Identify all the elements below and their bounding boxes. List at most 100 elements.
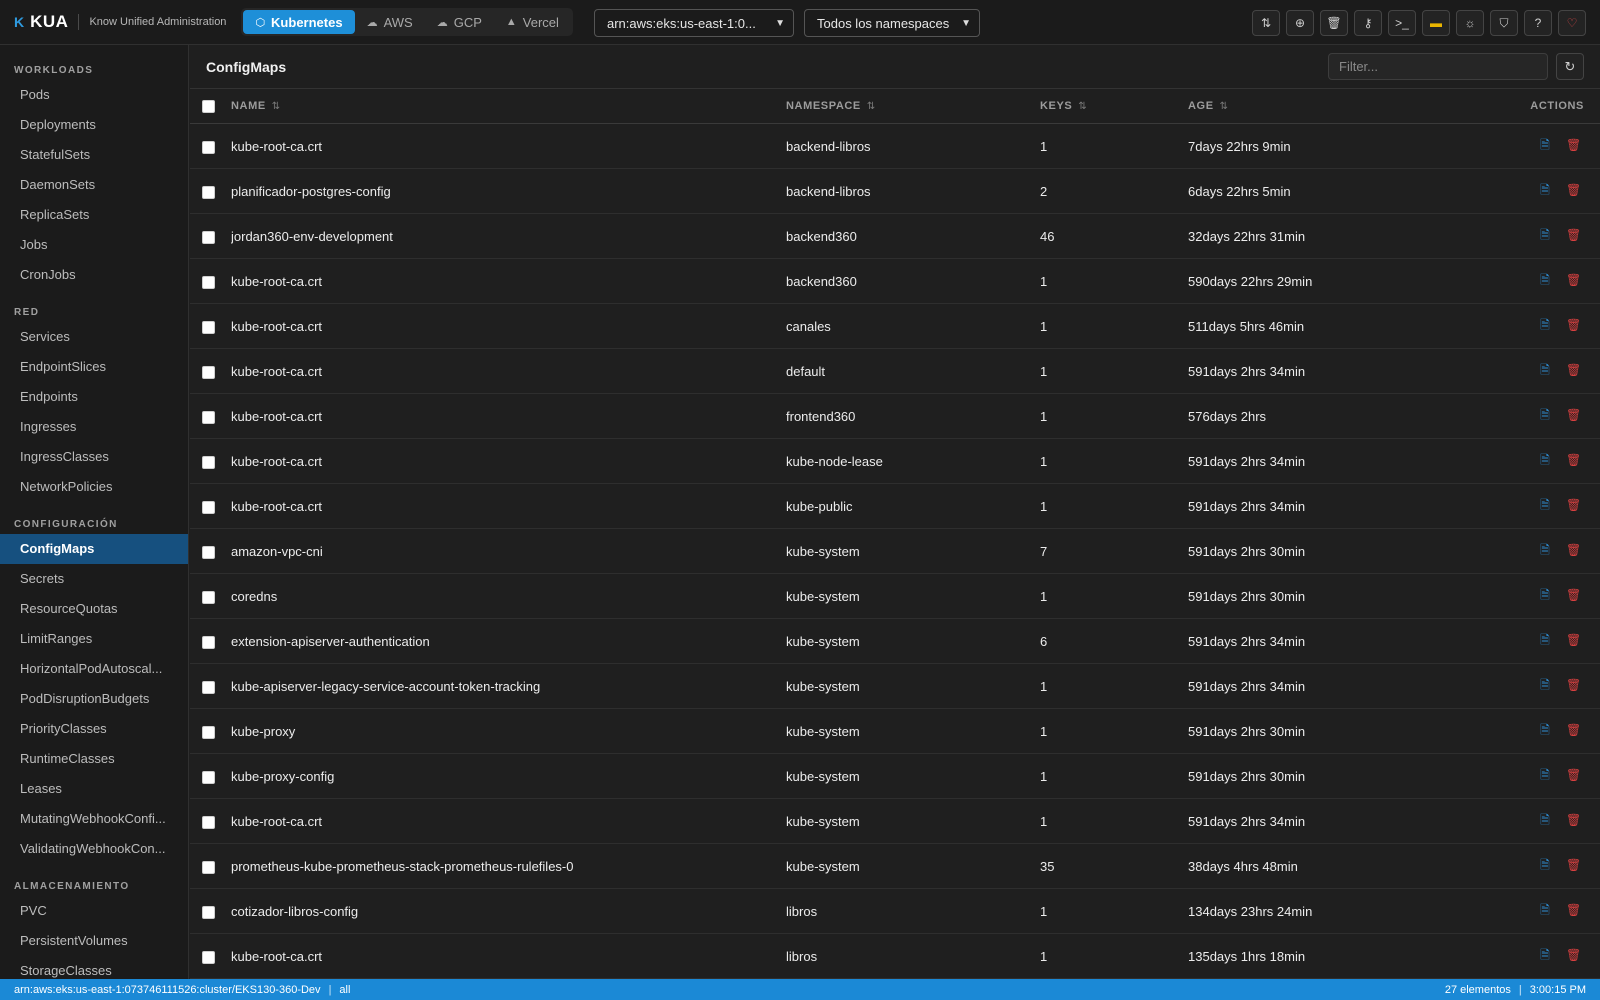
table-row[interactable]: kube-root-ca.crt libros 1 135days 1hrs 18mi… (190, 934, 1600, 979)
view-file-icon[interactable]: 🗎 (1538, 676, 1552, 697)
delete-icon[interactable]: 🗑 (1566, 453, 1581, 467)
column-header-name[interactable]: NAME ⇅ (231, 89, 786, 124)
sidebar-item-priorityclasses[interactable]: PriorityClasses (0, 714, 188, 744)
sidebar-item-pvc[interactable]: PVC (0, 896, 188, 926)
sidebar-item-mutatingwebhookconfi[interactable]: MutatingWebhookConfi... (0, 804, 188, 834)
sidebar-item-horizontalpodautoscal[interactable]: HorizontalPodAutoscal... (0, 654, 188, 684)
table-row[interactable]: kube-root-ca.crt kube-node-lease 1 591days … (190, 439, 1600, 484)
delete-icon[interactable]: 🗑 (1566, 858, 1581, 872)
row-checkbox[interactable] (202, 770, 215, 784)
delete-icon[interactable]: 🗑 (1566, 318, 1581, 332)
view-file-icon[interactable]: 🗎 (1538, 901, 1552, 922)
sidebar-item-validatingwebhookcon[interactable]: ValidatingWebhookCon... (0, 834, 188, 864)
sidebar-item-runtimeclasses[interactable]: RuntimeClasses (0, 744, 188, 774)
view-file-icon[interactable]: 🗎 (1538, 181, 1552, 202)
sidebar-item-replicasets[interactable]: ReplicaSets (0, 200, 188, 230)
delete-icon[interactable]: 🗑 (1566, 633, 1581, 647)
row-checkbox[interactable] (202, 410, 215, 424)
delete-icon[interactable]: 🗑 (1566, 228, 1581, 242)
view-file-icon[interactable]: 🗎 (1538, 586, 1552, 607)
provider-tab-aws[interactable]: ☁ AWS (355, 10, 425, 34)
delete-icon[interactable]: 🗑 (1566, 363, 1581, 377)
sidebar-item-configmaps[interactable]: ConfigMaps (0, 534, 188, 564)
row-checkbox[interactable] (202, 140, 215, 154)
sidebar-item-ingresses[interactable]: Ingresses (0, 412, 188, 442)
view-file-icon[interactable]: 🗎 (1538, 271, 1552, 292)
shield-button[interactable]: ⛉ (1490, 10, 1518, 36)
cluster-select[interactable]: arn:aws:eks:us-east-1:0... ▼ (594, 9, 794, 37)
sidebar-item-secrets[interactable]: Secrets (0, 564, 188, 594)
delete-icon[interactable]: 🗑 (1566, 903, 1581, 917)
provider-tab-vercel[interactable]: ▲ Vercel (494, 10, 571, 34)
table-row[interactable]: kube-root-ca.crt backend-libros 1 7days 22h… (190, 124, 1600, 169)
delete-icon[interactable]: 🗑 (1566, 678, 1581, 692)
column-header-namespace[interactable]: NAMESPACE ⇅ (786, 89, 1040, 124)
view-file-icon[interactable]: 🗎 (1538, 541, 1552, 562)
sidebar-item-pods[interactable]: Pods (0, 80, 188, 110)
sidebar-item-networkpolicies[interactable]: NetworkPolicies (0, 472, 188, 502)
table-row[interactable]: cotizador-libros-config libros 1 134days 23… (190, 889, 1600, 934)
view-file-icon[interactable]: 🗎 (1538, 451, 1552, 472)
table-row[interactable]: kube-root-ca.crt default 1 591days 2hrs 34m… (190, 349, 1600, 394)
trash-button[interactable]: 🗑 (1320, 10, 1348, 36)
row-checkbox[interactable] (202, 725, 215, 739)
row-checkbox[interactable] (202, 455, 215, 469)
row-checkbox[interactable] (202, 185, 215, 199)
delete-icon[interactable]: 🗑 (1566, 543, 1581, 557)
sun-button[interactable]: ☼ (1456, 10, 1484, 36)
sidebar-item-endpoints[interactable]: Endpoints (0, 382, 188, 412)
view-file-icon[interactable]: 🗎 (1538, 631, 1552, 652)
row-checkbox[interactable] (202, 905, 215, 919)
table-row[interactable]: jordan360-env-development backend360 46 32d… (190, 214, 1600, 259)
view-file-icon[interactable]: 🗎 (1538, 226, 1552, 247)
view-file-icon[interactable]: 🗎 (1538, 406, 1552, 427)
view-file-icon[interactable]: 🗎 (1538, 721, 1552, 742)
view-file-icon[interactable]: 🗎 (1538, 946, 1552, 967)
refresh-button[interactable]: ↻ (1556, 53, 1584, 80)
sidebar-item-leases[interactable]: Leases (0, 774, 188, 804)
sidebar-item-persistentvolumes[interactable]: PersistentVolumes (0, 926, 188, 956)
row-checkbox[interactable] (202, 680, 215, 694)
delete-icon[interactable]: 🗑 (1566, 408, 1581, 422)
sidebar-item-storageclasses[interactable]: StorageClasses (0, 956, 188, 979)
table-row[interactable]: extension-apiserver-authentication kube-s… (190, 619, 1600, 664)
view-file-icon[interactable]: 🗎 (1538, 811, 1552, 832)
namespace-select[interactable]: Todos los namespaces ▼ (804, 9, 980, 37)
delete-icon[interactable]: 🗑 (1566, 183, 1581, 197)
sidebar-item-daemonsets[interactable]: DaemonSets (0, 170, 188, 200)
key-button[interactable]: ⚷ (1354, 10, 1382, 36)
table-row[interactable]: prometheus-kube-prometheus-stack-prometh… (190, 844, 1600, 889)
table-row[interactable]: kube-proxy-config kube-system 1 591days 2hr… (190, 754, 1600, 799)
provider-tab-kubernetes[interactable]: ⬡ Kubernetes (243, 10, 355, 34)
heart-button[interactable]: ♡ (1558, 10, 1586, 36)
table-row[interactable]: kube-root-ca.crt kube-public 1 591days 2hrs… (190, 484, 1600, 529)
view-file-icon[interactable]: 🗎 (1538, 136, 1552, 157)
row-checkbox[interactable] (202, 860, 215, 874)
sidebar-item-poddisruptionbudgets[interactable]: PodDisruptionBudgets (0, 684, 188, 714)
sidebar-item-statefulsets[interactable]: StatefulSets (0, 140, 188, 170)
delete-icon[interactable]: 🗑 (1566, 813, 1581, 827)
delete-icon[interactable]: 🗑 (1566, 498, 1581, 512)
table-row[interactable]: kube-root-ca.crt kube-system 1 591days 2hrs… (190, 799, 1600, 844)
terminal-button[interactable]: >_ (1388, 10, 1416, 36)
add-circle-button[interactable]: ⊕ (1286, 10, 1314, 36)
row-checkbox[interactable] (202, 545, 215, 559)
view-file-icon[interactable]: 🗎 (1538, 856, 1552, 877)
table-row[interactable]: coredns kube-system 1 591days 2hrs 30min 🗎 🗑 (190, 574, 1600, 619)
select-all-checkbox[interactable] (202, 99, 215, 113)
table-row[interactable]: kube-root-ca.crt backend360 1 590days 22hrs… (190, 259, 1600, 304)
sidebar-item-resourcequotas[interactable]: ResourceQuotas (0, 594, 188, 624)
table-row[interactable]: planificador-postgres-config backend-libr… (190, 169, 1600, 214)
column-header-keys[interactable]: KEYS ⇅ (1040, 89, 1188, 124)
row-checkbox[interactable] (202, 815, 215, 829)
table-row[interactable]: kube-apiserver-legacy-service-account-to… (190, 664, 1600, 709)
delete-icon[interactable]: 🗑 (1566, 138, 1581, 152)
table-row[interactable]: kube-root-ca.crt frontend360 1 576days 2hrs… (190, 394, 1600, 439)
row-checkbox[interactable] (202, 320, 215, 334)
help-button[interactable]: ? (1524, 10, 1552, 36)
row-checkbox[interactable] (202, 950, 215, 964)
provider-tab-gcp[interactable]: ☁ GCP (425, 10, 494, 34)
row-checkbox[interactable] (202, 275, 215, 289)
sidebar-item-jobs[interactable]: Jobs (0, 230, 188, 260)
delete-icon[interactable]: 🗑 (1566, 273, 1581, 287)
